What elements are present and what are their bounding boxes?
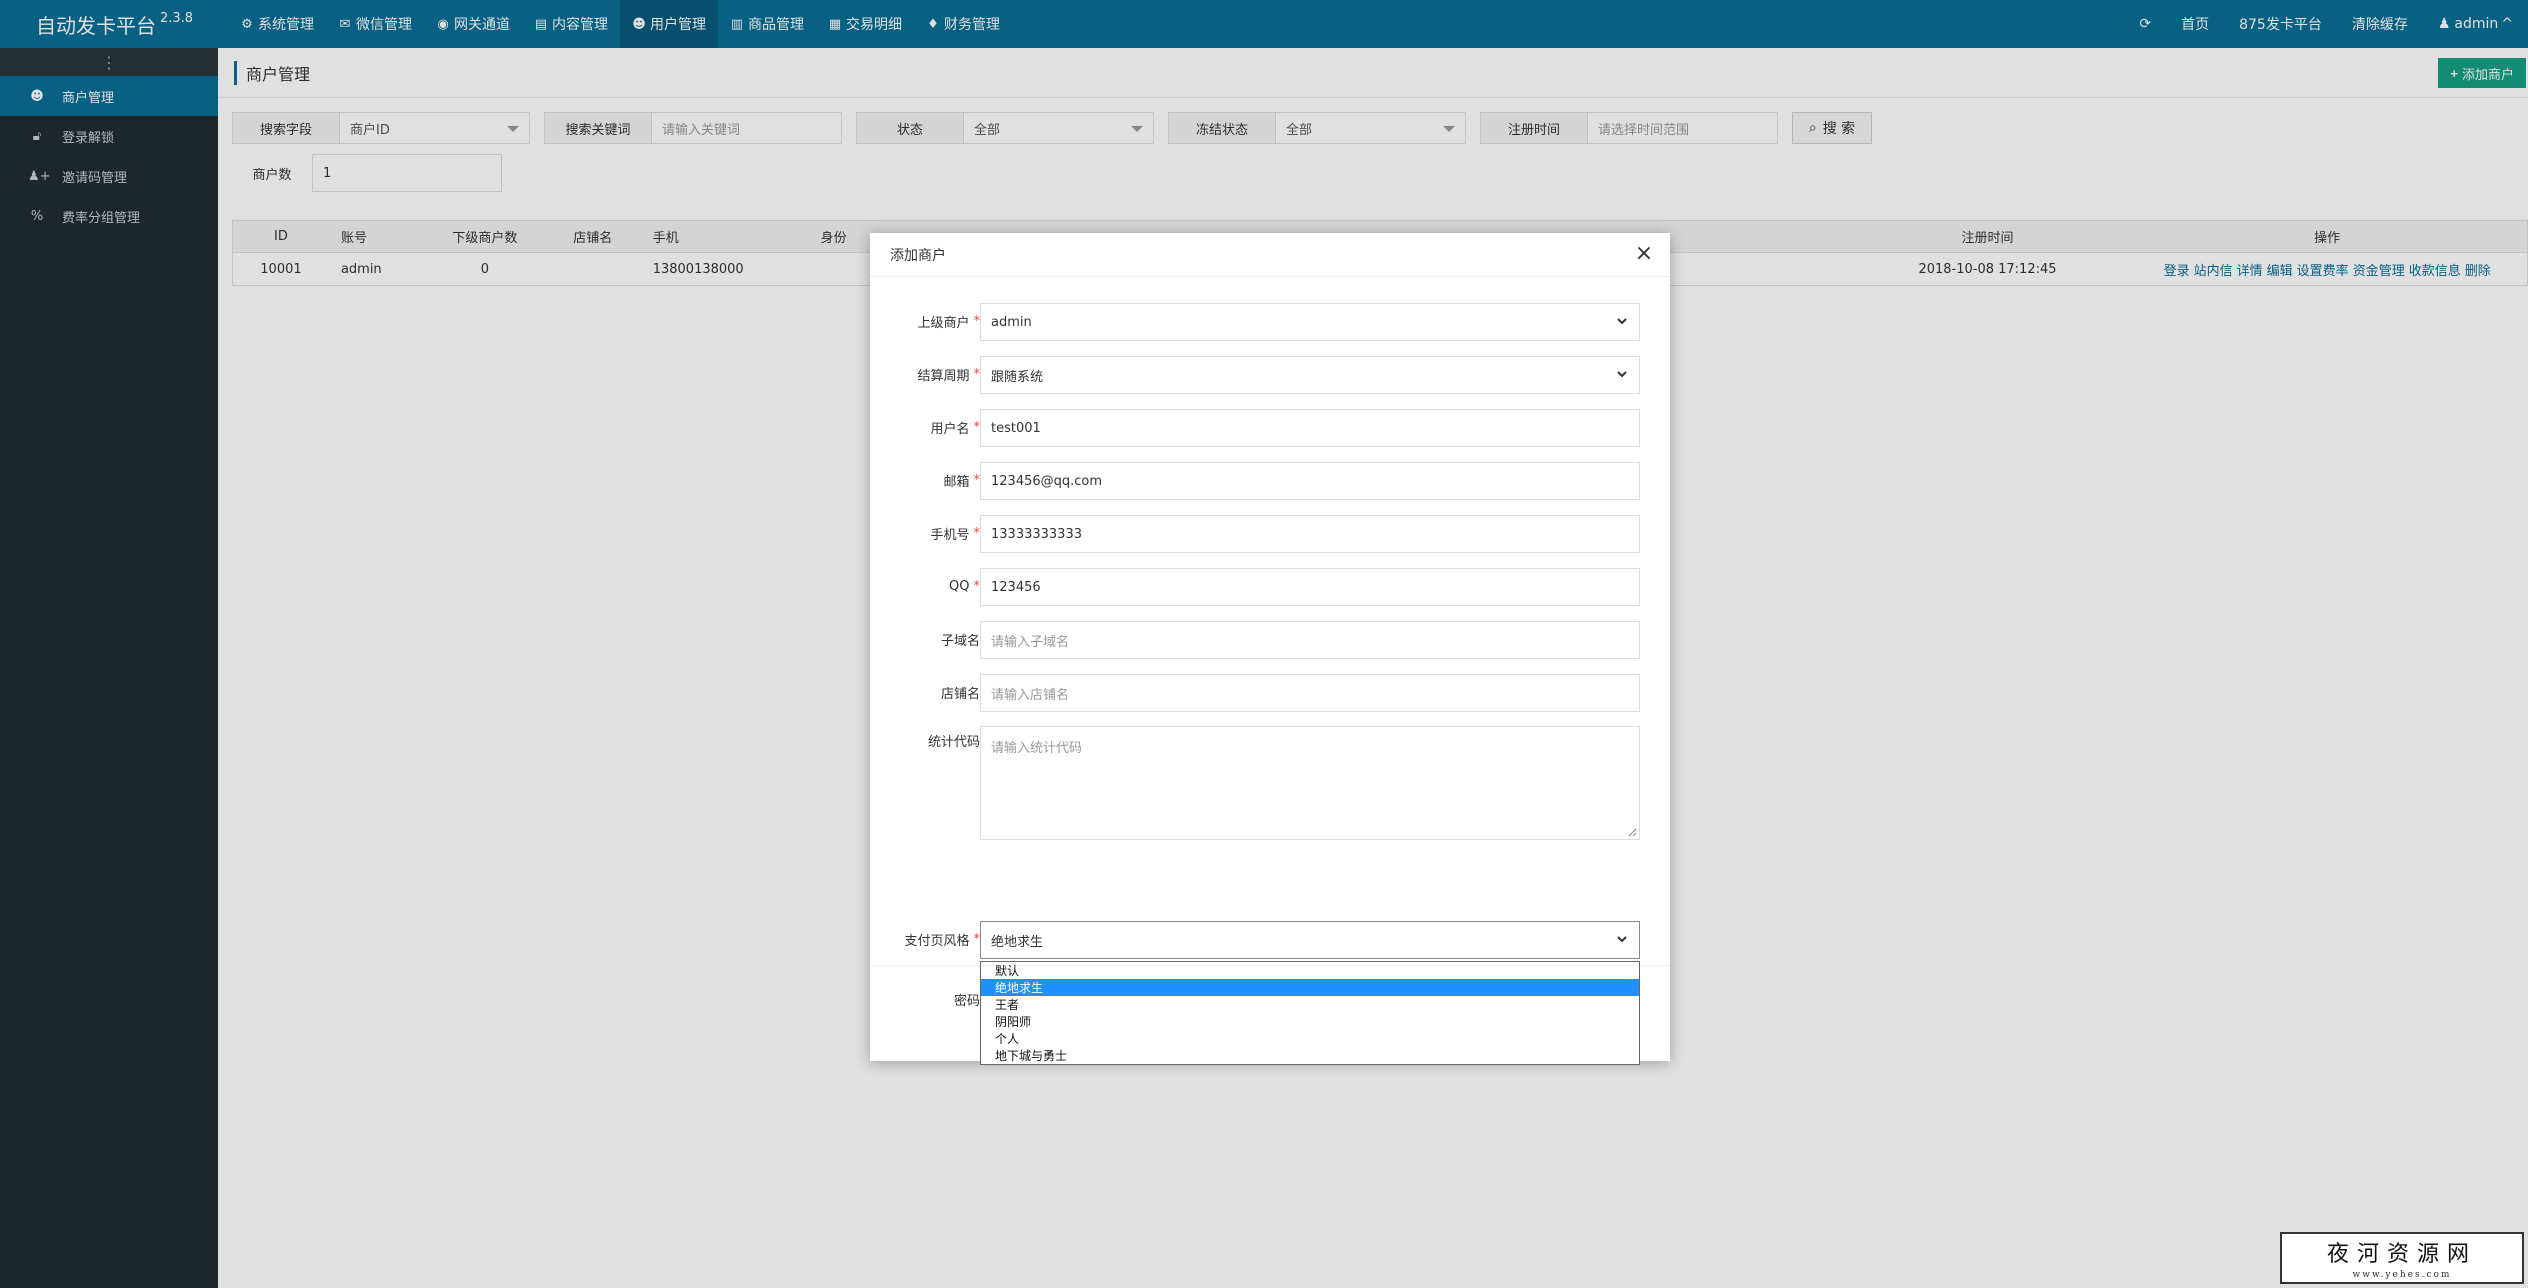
chevron-down-icon	[1617, 936, 1627, 943]
modal-header: 添加商户 ×	[870, 233, 1670, 277]
qq-input[interactable]: 123456	[980, 568, 1640, 606]
shopname-input[interactable]: 请输入店铺名	[980, 674, 1640, 712]
email-input[interactable]: 123456@qq.com	[980, 462, 1640, 500]
dropdown-option[interactable]: 地下城与勇士	[981, 1047, 1639, 1064]
pay-style-dropdown: 默认 绝地求生 王者 阴阳师 个人 地下城与勇士	[980, 961, 1640, 1065]
stats-code-textarea[interactable]: 请输入统计代码	[980, 726, 1640, 840]
row-email: 邮箱 * 123456@qq.com	[870, 460, 1670, 500]
username-input[interactable]: test001	[980, 409, 1640, 447]
watermark-url: www.yehes.com	[2352, 1270, 2452, 1280]
row-username: 用户名 * test001	[870, 407, 1670, 447]
row-stats: 统计代码 请输入统计代码	[870, 726, 1670, 840]
close-icon[interactable]: ×	[1632, 243, 1656, 267]
dropdown-option-selected[interactable]: 绝地求生	[981, 979, 1639, 996]
row-subdomain: 子域名 请输入子域名	[870, 619, 1670, 659]
dropdown-option[interactable]: 默认	[981, 962, 1639, 979]
row-parent: 上级商户 * admin	[870, 301, 1670, 341]
row-phone: 手机号 * 13333333333	[870, 513, 1670, 553]
pay-style-select[interactable]: 绝地求生	[980, 921, 1640, 959]
chevron-down-icon	[1617, 318, 1627, 325]
dropdown-option[interactable]: 王者	[981, 996, 1639, 1013]
add-merchant-modal: 添加商户 × 上级商户 * admin 结算周期 * 跟随系统 用户名 * test0…	[870, 233, 1670, 1065]
row-style: 支付页风格 * 绝地求生	[870, 919, 1670, 959]
resize-handle-icon[interactable]	[1627, 827, 1637, 837]
row-cycle: 结算周期 * 跟随系统	[870, 354, 1670, 394]
settle-cycle-select[interactable]: 跟随系统	[980, 356, 1640, 394]
row-qq: QQ * 123456	[870, 566, 1670, 606]
dropdown-option[interactable]: 阴阳师	[981, 1013, 1639, 1030]
phone-input[interactable]: 13333333333	[980, 515, 1640, 553]
modal-title: 添加商户	[890, 247, 946, 264]
parent-merchant-select[interactable]: admin	[980, 303, 1640, 341]
chevron-down-icon	[1617, 371, 1627, 378]
watermark-logo: 夜河资源网 www.yehes.com	[2280, 1232, 2524, 1284]
dropdown-option[interactable]: 个人	[981, 1030, 1639, 1047]
subdomain-input[interactable]: 请输入子域名	[980, 621, 1640, 659]
row-shopname: 店铺名 请输入店铺名	[870, 672, 1670, 712]
watermark-text: 夜河资源网	[2326, 1242, 2477, 1267]
